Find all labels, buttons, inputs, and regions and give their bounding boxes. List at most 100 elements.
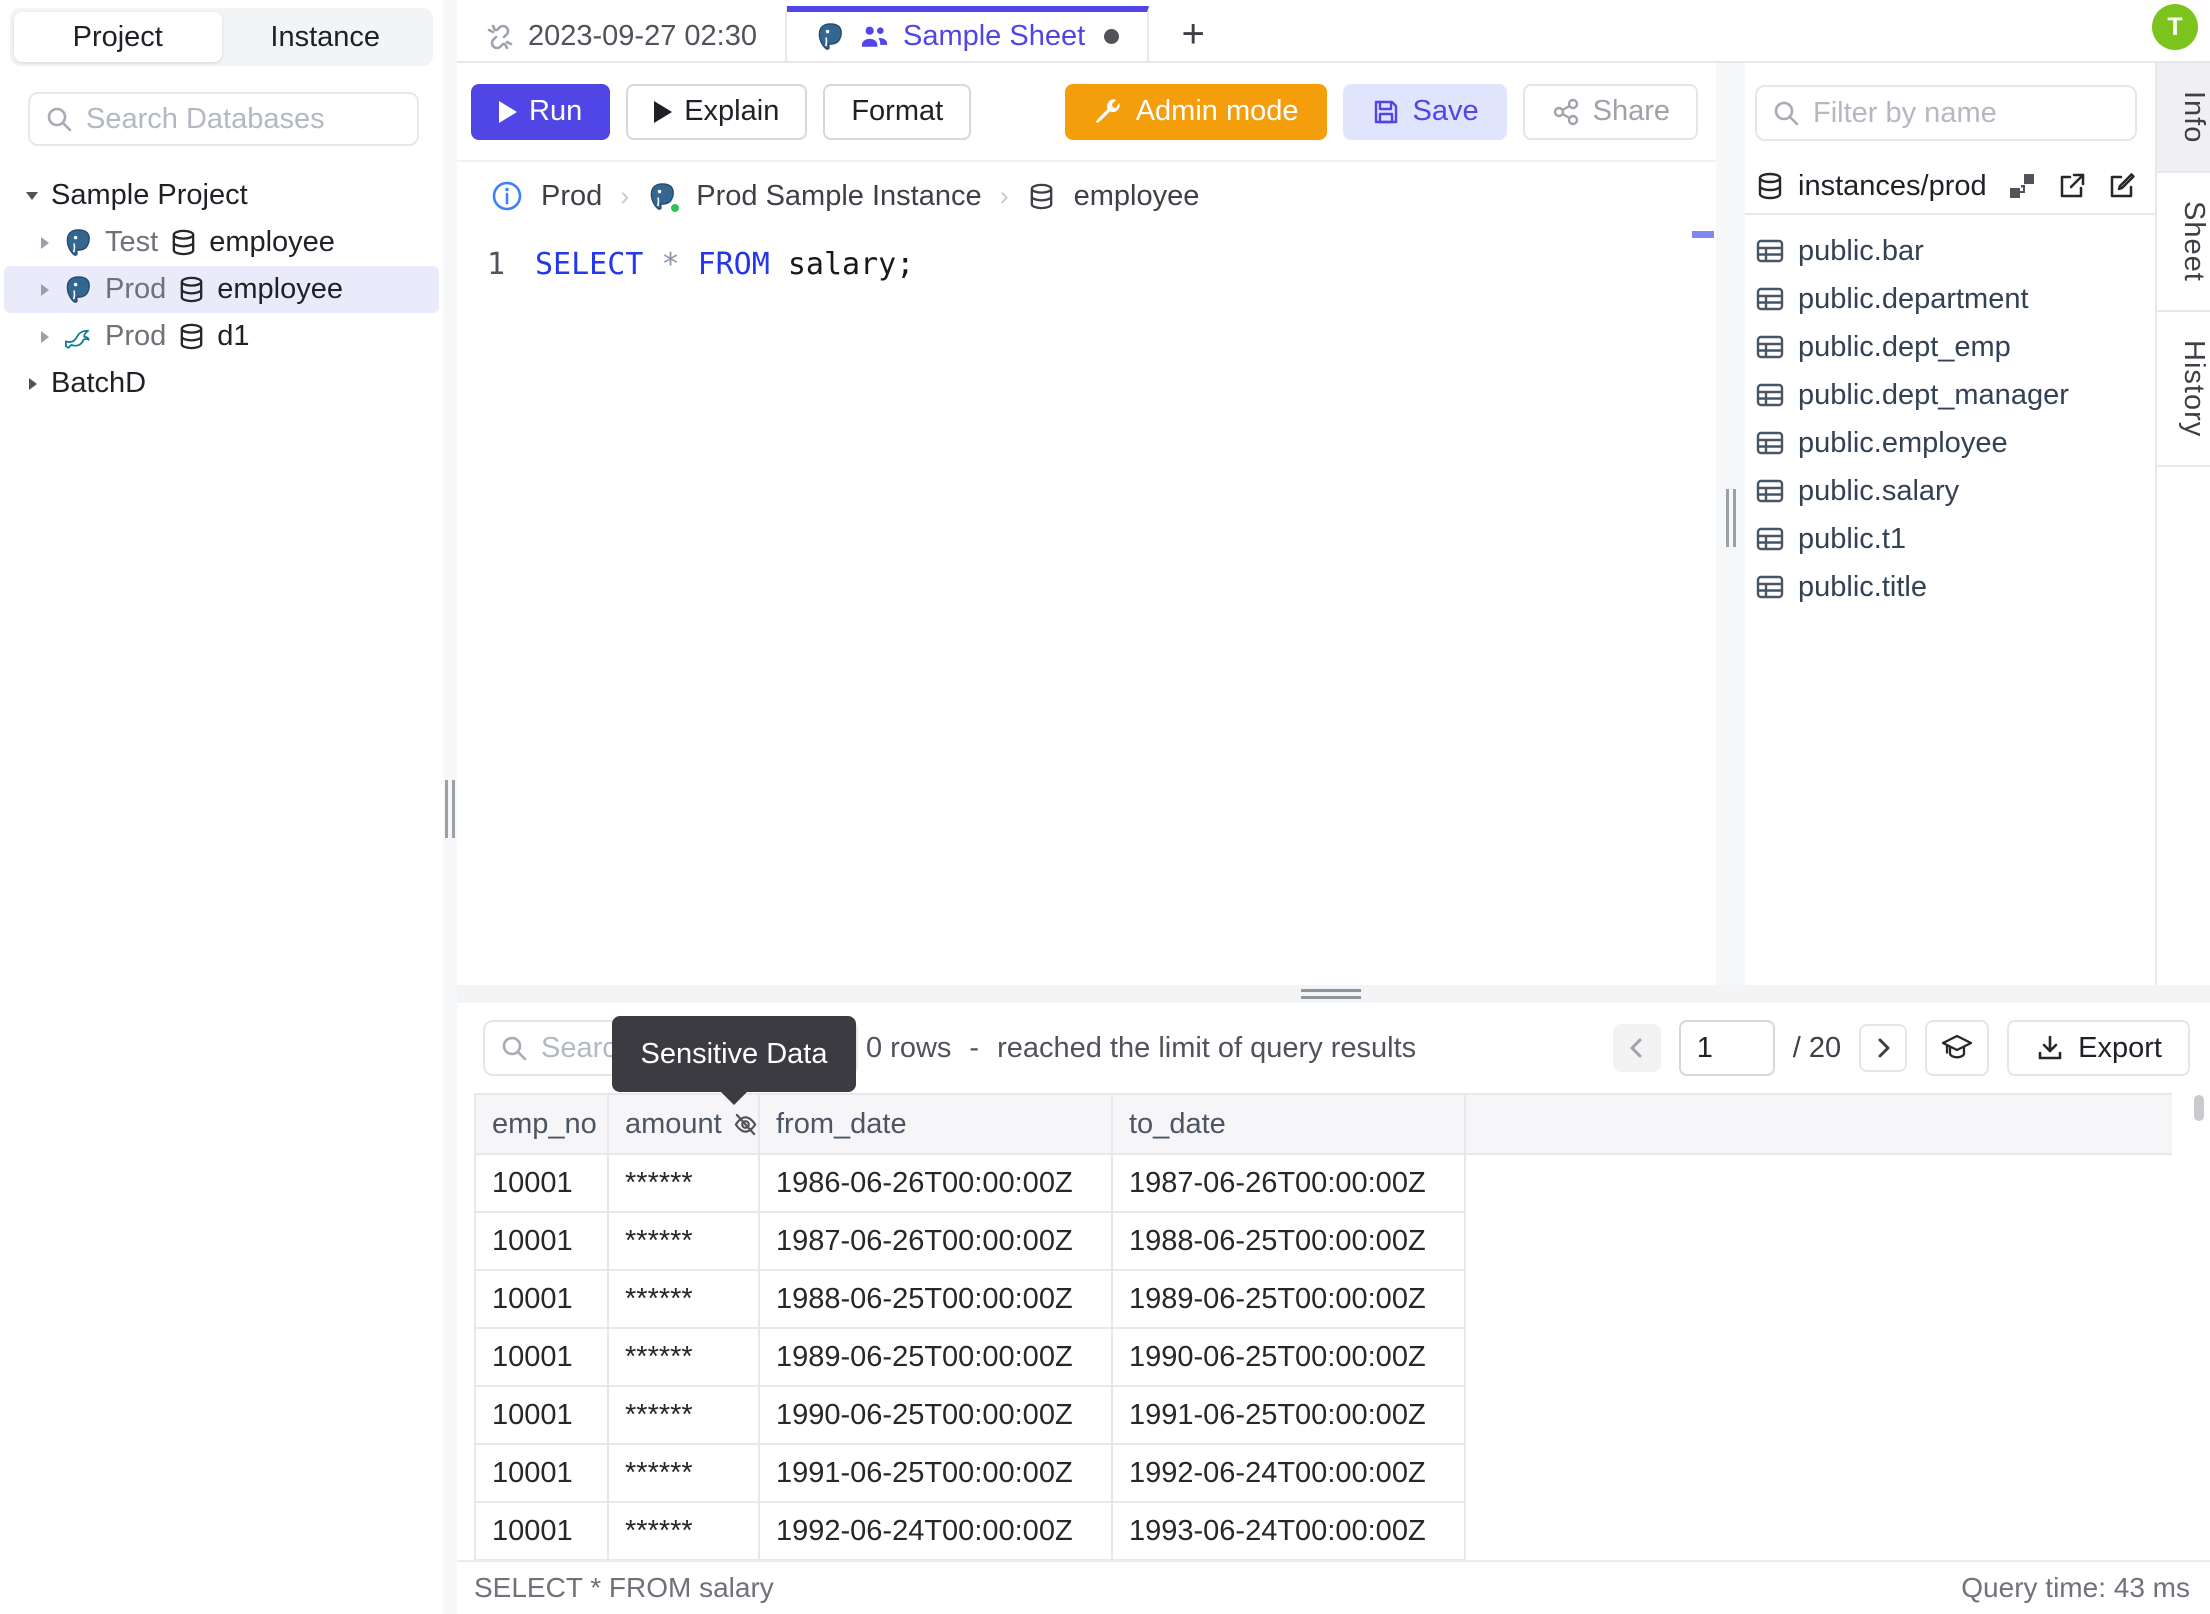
- database-search[interactable]: [28, 92, 419, 146]
- wrench-icon: [1095, 99, 1120, 124]
- play-icon: [654, 100, 673, 123]
- search-icon: [1774, 101, 1799, 126]
- unsaved-indicator-dot: [1104, 29, 1120, 44]
- table-list-item[interactable]: public.bar: [1745, 227, 2155, 275]
- database-icon: [1758, 172, 1782, 200]
- schema-panel: instances/prod public.bar public.departm…: [1745, 63, 2155, 985]
- page-number-input[interactable]: [1678, 1020, 1775, 1076]
- new-tab-button[interactable]: +: [1171, 12, 1215, 56]
- edit-icon[interactable]: [2107, 171, 2137, 201]
- source-actions: [2007, 171, 2137, 201]
- environment-label: Test: [105, 226, 159, 258]
- database-tree: Sample Project Test employee Prod employ…: [0, 172, 443, 407]
- mysql-icon: [65, 329, 90, 349]
- table-list-item[interactable]: public.title: [1745, 563, 2155, 611]
- table-row[interactable]: 10001 ****** 1987-06-26T00:00:00Z 1988-06-2…: [476, 1213, 2172, 1271]
- tree-item-sample-project[interactable]: Sample Project: [0, 172, 443, 219]
- table-row[interactable]: 10001 ****** 1992-06-24T00:00:00Z 1993-06-2…: [476, 1503, 2172, 1561]
- breadcrumb-instance[interactable]: Prod Sample Instance: [696, 180, 981, 213]
- results-status-bar: SELECT * FROM salary Query time: 43 ms: [457, 1560, 2210, 1614]
- tooltip-label: Sensitive Data: [640, 1037, 828, 1070]
- save-button[interactable]: Save: [1342, 83, 1507, 140]
- tab-sheet[interactable]: Sheet: [2157, 173, 2210, 313]
- table-list-item[interactable]: public.employee: [1745, 419, 2155, 467]
- external-link-icon[interactable]: [2057, 171, 2087, 201]
- table-list-item[interactable]: public.dept_manager: [1745, 371, 2155, 419]
- breadcrumb: Prod › Prod Sample Instance › employee: [457, 164, 1716, 228]
- tree-item-batchd[interactable]: BatchD: [0, 360, 443, 407]
- chevron-right-icon: ›: [620, 180, 630, 211]
- schema-diagram-icon[interactable]: [2007, 171, 2037, 201]
- table-icon: [1756, 239, 1784, 263]
- table-list-item[interactable]: public.salary: [1745, 467, 2155, 515]
- tree-item-test-employee[interactable]: Test employee: [0, 219, 443, 266]
- search-icon: [502, 1036, 527, 1061]
- table-list-item[interactable]: public.department: [1745, 275, 2155, 323]
- table-row[interactable]: 10001 ****** 1991-06-25T00:00:00Z 1992-06-2…: [476, 1445, 2172, 1503]
- share-label: Share: [1592, 95, 1670, 127]
- tab-label: 2023-09-27 02:30: [528, 20, 757, 52]
- database-icon: [180, 323, 203, 350]
- table-row[interactable]: 10001 ****** 1988-06-25T00:00:00Z 1989-06-2…: [476, 1271, 2172, 1329]
- summary-separator: -: [969, 1031, 980, 1064]
- executed-statement: SELECT * FROM salary: [474, 1572, 774, 1603]
- environment-label: Prod: [105, 320, 167, 352]
- search-icon: [47, 107, 72, 132]
- breadcrumb-environment[interactable]: Prod: [541, 180, 602, 213]
- table-row[interactable]: 10001 ****** 1990-06-25T00:00:00Z 1991-06-2…: [476, 1387, 2172, 1445]
- search-databases-input[interactable]: [86, 102, 403, 136]
- tab-instance[interactable]: Instance: [222, 12, 430, 62]
- prev-page-button[interactable]: [1612, 1024, 1661, 1072]
- filter-by-name-input[interactable]: [1813, 96, 2121, 130]
- instance-icon-wrap: [647, 181, 683, 215]
- database-icon: [172, 229, 195, 256]
- tree-item-prod-employee[interactable]: Prod employee: [4, 266, 439, 313]
- table-row[interactable]: 10001 ****** 1986-06-26T00:00:00Z 1987-06-2…: [476, 1155, 2172, 1213]
- project-label: BatchD: [51, 367, 147, 399]
- admin-mode-button[interactable]: Admin mode: [1064, 83, 1327, 140]
- team-icon: [861, 26, 888, 47]
- postgresql-icon: [66, 276, 90, 303]
- format-button[interactable]: Format: [823, 83, 972, 140]
- table-list-item[interactable]: public.dept_emp: [1745, 323, 2155, 371]
- tab-unsaved-sheet[interactable]: 2023-09-27 02:30: [457, 6, 787, 61]
- table-list: public.bar public.department public.dept…: [1745, 215, 2155, 611]
- column-header-to-date[interactable]: to_date: [1113, 1095, 1466, 1153]
- tab-sample-sheet[interactable]: Sample Sheet: [786, 6, 1150, 61]
- table-filter[interactable]: [1755, 85, 2137, 141]
- table-row[interactable]: 10001 ****** 1989-06-25T00:00:00Z 1990-06-2…: [476, 1329, 2172, 1387]
- table-list-item[interactable]: public.t1: [1745, 515, 2155, 563]
- editor-panel-resize-handle[interactable]: [1716, 63, 1745, 985]
- info-icon[interactable]: [491, 180, 523, 212]
- run-button[interactable]: Run: [471, 83, 611, 140]
- tab-history[interactable]: History: [2157, 312, 2210, 468]
- explain-button[interactable]: Explain: [626, 83, 808, 140]
- database-label: d1: [217, 320, 250, 352]
- rows-summary: 0 rows - reached the limit of query resu…: [866, 1032, 1416, 1065]
- next-page-button[interactable]: [1859, 1024, 1908, 1072]
- results-scrollbar-thumb[interactable]: [2194, 1095, 2204, 1121]
- tree-item-prod-d1[interactable]: Prod d1: [0, 313, 443, 360]
- tab-label: Sample Sheet: [902, 20, 1086, 52]
- breadcrumb-database[interactable]: employee: [1074, 180, 1200, 213]
- query-time: Query time: 43 ms: [1961, 1572, 2190, 1603]
- tab-project[interactable]: Project: [14, 12, 222, 62]
- avatar[interactable]: T: [2152, 4, 2198, 50]
- sql-code-editor[interactable]: 1 SELECT * FROM salary;: [457, 228, 1716, 985]
- share-button[interactable]: Share: [1522, 83, 1698, 140]
- environment-label: Prod: [105, 273, 167, 305]
- table-icon: [1756, 287, 1784, 311]
- export-label: Export: [2078, 1031, 2162, 1064]
- database-label: employee: [217, 273, 344, 305]
- table-icon: [1756, 383, 1784, 407]
- column-header-emp-no[interactable]: emp_no: [476, 1095, 609, 1153]
- database-label: employee: [209, 226, 335, 258]
- results-resize-handle[interactable]: [457, 985, 2210, 1003]
- graduation-cap-icon: [1942, 1034, 1973, 1059]
- export-button[interactable]: Export: [2007, 1020, 2190, 1076]
- sidebar-resize-handle[interactable]: [443, 0, 457, 1614]
- column-header-from-date[interactable]: from_date: [760, 1095, 1113, 1153]
- graduation-cap-button[interactable]: [1925, 1020, 1990, 1076]
- tab-info[interactable]: Info: [2157, 63, 2210, 174]
- table-icon: [1756, 527, 1784, 551]
